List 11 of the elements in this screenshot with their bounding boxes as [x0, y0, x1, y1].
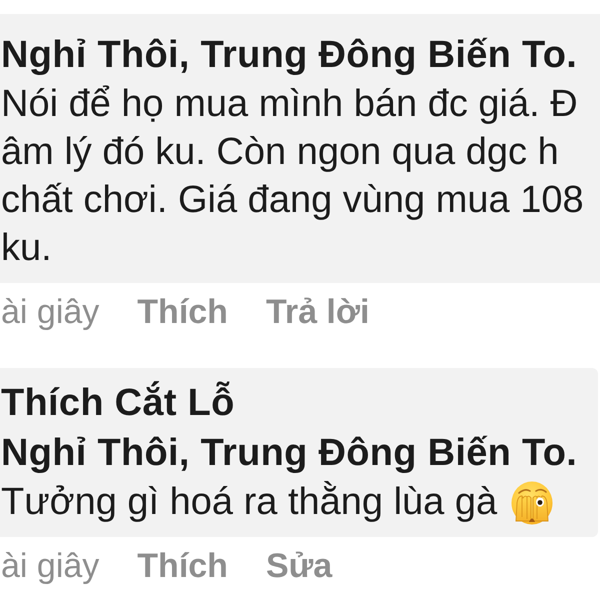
author-name[interactable]: Thích Cắt Lỗ [1, 378, 235, 428]
action-link[interactable]: Sửa [266, 540, 332, 592]
action-link[interactable]: Thích [137, 540, 228, 592]
mention-link[interactable]: Nghỉ Thôi, Trung Đông Biến To. [1, 428, 578, 478]
timestamp: ài giây [1, 546, 100, 586]
action-link[interactable]: Thích [137, 286, 228, 338]
timestamp: ài giây [1, 292, 100, 332]
action-link[interactable]: Trả lời [266, 286, 370, 338]
comment-text: Nói để họ mua mình bán đc giá. Đ âm lý đó ku. Còn ngon qua dgc h chất chơi. Giá đang vùng mua 108 ku. [1, 82, 584, 271]
author-name[interactable]: Nghỉ Thôi, Trung Đông Biến To. [1, 30, 578, 80]
comment-text: Tưởng gì hoá ra thằng lùa gà [1, 480, 498, 525]
